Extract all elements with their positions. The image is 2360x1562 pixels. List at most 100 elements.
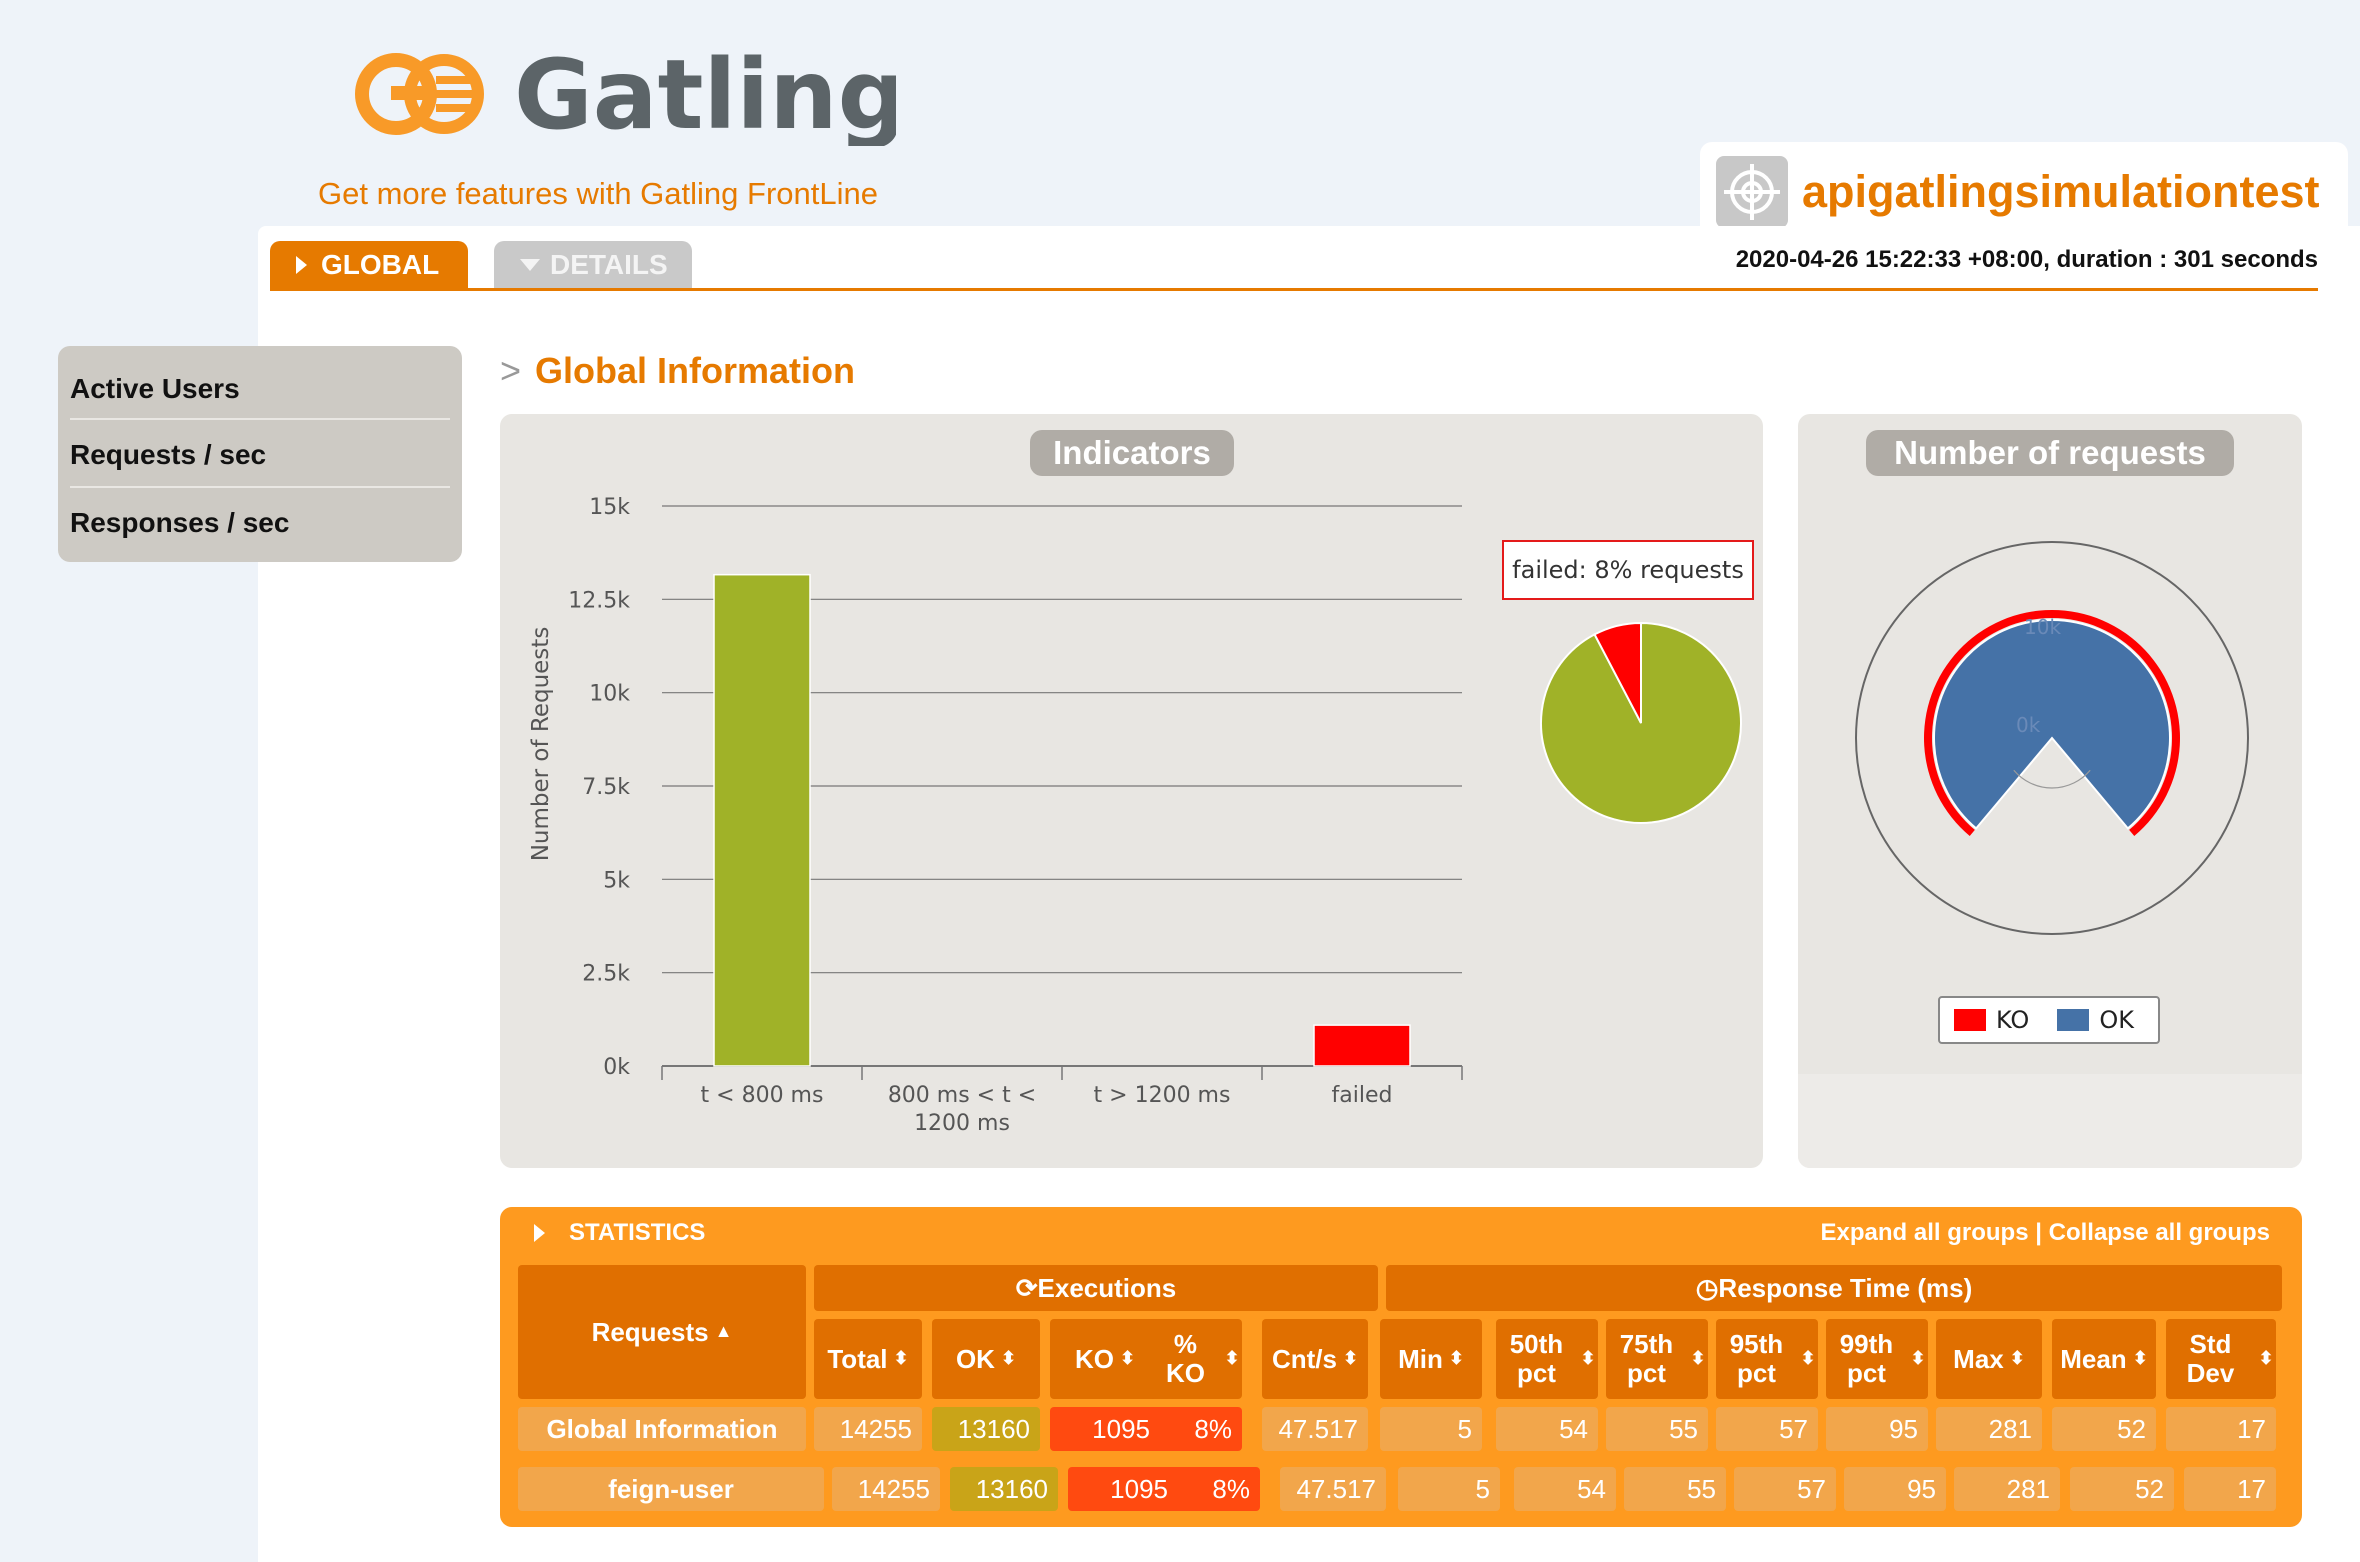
chevron-right-icon: > <box>500 350 522 391</box>
triangle-right-icon <box>534 1224 545 1242</box>
column-header-label: Cnt/s <box>1271 1343 1337 1374</box>
requests-header-label: Requests <box>591 1316 709 1347</box>
y-tick-label: 5k <box>603 868 630 893</box>
table-cell: 1095 <box>1068 1467 1178 1511</box>
sort-icon: ⬍ <box>2258 1348 2274 1369</box>
table-cell: 281 <box>1954 1467 2060 1511</box>
sort-icon: ⬍ <box>893 1348 909 1369</box>
expand-collapse-groups-links[interactable]: Expand all groups | Collapse all groups <box>1821 1219 2270 1247</box>
table-row-name[interactable]: feign-user <box>518 1467 824 1511</box>
indicators-panel: Indicators Number of Requests 0k 2.5k 5k 7.… <box>500 414 1763 1168</box>
sort-icon: ⬍ <box>1910 1348 1926 1369</box>
tab-details[interactable]: DETAILS <box>494 241 692 289</box>
table-cell: 17 <box>2166 1407 2276 1451</box>
executions-icon: ⟳ <box>1015 1272 1038 1303</box>
run-info: 2020-04-26 15:22:33 +08:00, duration : 3… <box>1735 246 2318 273</box>
gatling-logo-icon: Gatling <box>355 39 906 151</box>
sort-icon: ⬍ <box>1224 1348 1240 1369</box>
x-tick-label: failed <box>1332 1083 1393 1108</box>
sort-icon: ⬍ <box>1580 1348 1596 1369</box>
column-header-mean[interactable]: Mean ⬍ <box>2052 1319 2156 1399</box>
sort-icon: ⬍ <box>1000 1348 1017 1369</box>
x-tick-label: t > 1200 ms <box>1094 1083 1231 1108</box>
sort-icon: ⬍ <box>2009 1348 2025 1369</box>
table-cell: 55 <box>1606 1407 1708 1451</box>
column-header-cnt-s[interactable]: Cnt/s ⬍ <box>1262 1319 1368 1399</box>
bar-0[interactable] <box>713 573 811 1067</box>
sidebar: Active Users Requests / sec Responses / … <box>58 346 462 562</box>
tab-global[interactable]: GLOBAL <box>270 241 468 289</box>
bar-3[interactable] <box>1313 1024 1411 1067</box>
column-header-label: 95th pct <box>1729 1329 1784 1388</box>
triangle-down-icon <box>520 259 540 271</box>
response-time-label: Response Time (ms) <box>1718 1272 1973 1303</box>
y-tick-label: 7.5k <box>582 775 630 800</box>
executions-label: Executions <box>1037 1272 1177 1303</box>
tab-global-label: GLOBAL <box>321 249 440 280</box>
column-header--ko[interactable]: % KO ⬍ <box>1150 1319 1242 1399</box>
column-header-ko[interactable]: KO ⬍ <box>1050 1319 1160 1399</box>
table-row-name[interactable]: Global Information <box>518 1407 806 1451</box>
column-header-min[interactable]: Min ⬍ <box>1380 1319 1482 1399</box>
table-cell: 55 <box>1624 1467 1726 1511</box>
frontline-promo-link[interactable]: Get more features with Gatling FrontLine <box>318 176 878 212</box>
column-header-max[interactable]: Max ⬍ <box>1936 1319 2042 1399</box>
column-header-75th-pct[interactable]: 75th pct ⬍ <box>1606 1319 1708 1399</box>
table-cell: 95 <box>1844 1467 1946 1511</box>
column-header-label: Min <box>1398 1343 1443 1374</box>
table-cell: 8% <box>1150 1407 1242 1451</box>
requests-column-header[interactable]: Requests ▲ <box>518 1265 806 1399</box>
column-header-label: % KO <box>1165 1329 1205 1388</box>
requests-legend: KO OK <box>1938 996 2160 1044</box>
y-tick-label: 0k <box>603 1055 630 1080</box>
legend-label-ok[interactable]: OK <box>2099 1006 2134 1034</box>
column-header-label: KO <box>1074 1343 1114 1374</box>
table-cell: 13160 <box>932 1407 1040 1451</box>
column-header-total[interactable]: Total ⬍ <box>814 1319 922 1399</box>
sidebar-item-requests-per-sec[interactable]: Requests / sec <box>70 422 450 488</box>
sort-icon: ⬍ <box>1800 1348 1816 1369</box>
response-time-group-header: ◷ Response Time (ms) <box>1386 1265 2282 1311</box>
table-cell: 8% <box>1168 1467 1260 1511</box>
column-header-95th-pct[interactable]: 95th pct ⬍ <box>1716 1319 1818 1399</box>
gauge-tick-label: 10k <box>2024 615 2061 639</box>
column-header-99th-pct[interactable]: 99th pct ⬍ <box>1826 1319 1928 1399</box>
table-cell: 5 <box>1380 1407 1482 1451</box>
table-cell: 57 <box>1716 1407 1818 1451</box>
y-tick-label: 10k <box>589 682 630 707</box>
statistics-toggle[interactable]: STATISTICS <box>534 1219 705 1247</box>
target-icon <box>1716 156 1788 228</box>
y-tick-label: 2.5k <box>582 962 630 987</box>
sort-icon: ⬍ <box>1342 1348 1359 1369</box>
sidebar-item-active-users[interactable]: Active Users <box>70 356 450 422</box>
triangle-right-icon <box>296 256 307 274</box>
section-title: > Global Information <box>500 350 855 392</box>
column-header-label: Std Dev <box>2186 1329 2235 1388</box>
column-header-label: 99th pct <box>1839 1329 1894 1388</box>
column-header-label: Total <box>827 1343 888 1374</box>
gatling-logo: Gatling <box>336 36 906 151</box>
table-cell: 54 <box>1496 1407 1598 1451</box>
y-tick-label: 12.5k <box>568 588 630 613</box>
gauge-ok[interactable] <box>1933 619 2171 830</box>
simulation-name: apigatlingsimulationtest <box>1802 166 2320 217</box>
column-header-50th-pct[interactable]: 50th pct ⬍ <box>1496 1319 1598 1399</box>
legend-label-ko[interactable]: KO <box>1996 1006 2029 1034</box>
failed-tooltip: failed: 8% requests <box>1502 540 1754 600</box>
table-cell: 57 <box>1734 1467 1836 1511</box>
column-header-label: Max <box>1953 1343 2004 1374</box>
column-header-std-dev[interactable]: Std Dev ⬍ <box>2166 1319 2276 1399</box>
y-tick-label: 15k <box>589 495 630 520</box>
legend-swatch-ko <box>1954 1009 1986 1031</box>
sidebar-item-responses-per-sec[interactable]: Responses / sec <box>70 490 450 556</box>
table-cell: 52 <box>2070 1467 2174 1511</box>
table-cell: 281 <box>1936 1407 2042 1451</box>
sort-icon: ⬍ <box>1448 1348 1464 1369</box>
table-cell: 13160 <box>950 1467 1058 1511</box>
x-tick-label: 1200 ms <box>914 1111 1010 1136</box>
statistics-title: STATISTICS <box>569 1219 706 1246</box>
legend-swatch-ok <box>2057 1009 2090 1031</box>
table-cell: 52 <box>2052 1407 2156 1451</box>
column-header-ok[interactable]: OK ⬍ <box>932 1319 1040 1399</box>
indicators-chart: Number of Requests 0k 2.5k 5k 7.5k 10k 12.5k 1… <box>528 495 1743 1136</box>
